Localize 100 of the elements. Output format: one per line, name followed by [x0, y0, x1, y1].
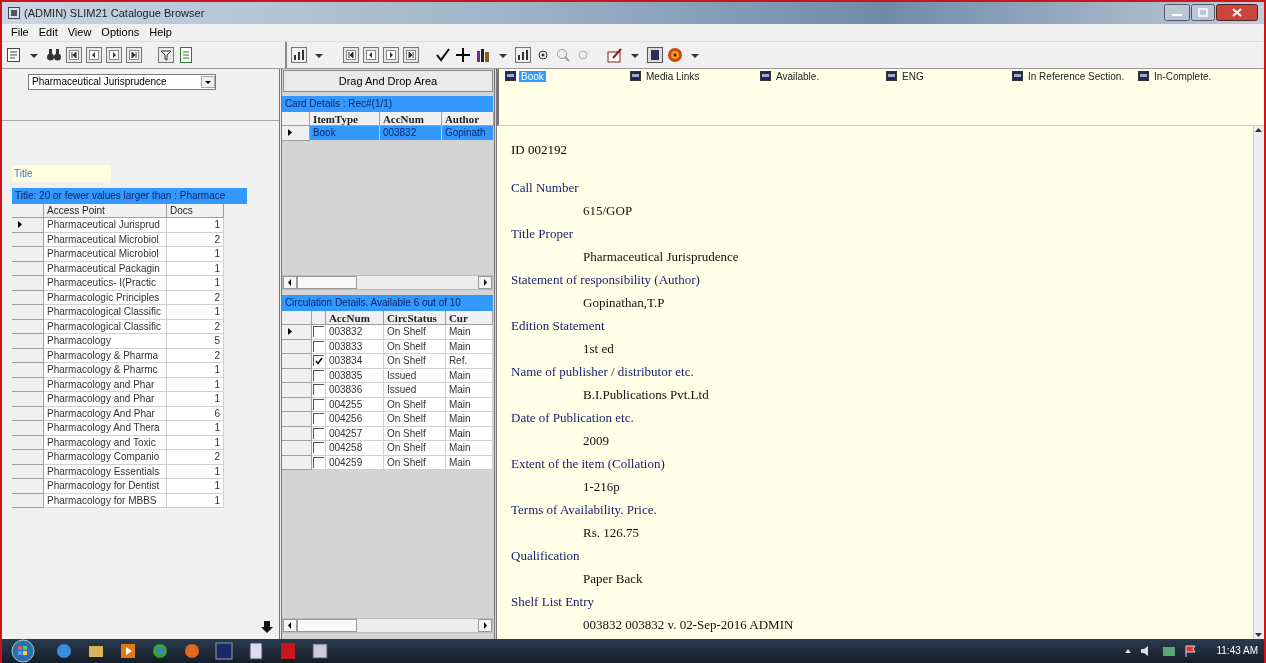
row-header-cell[interactable] [12, 305, 44, 320]
scroll-left-icon[interactable] [282, 275, 297, 289]
network-icon[interactable] [1162, 644, 1177, 657]
checkbox[interactable] [312, 384, 324, 396]
checkbox[interactable] [312, 355, 324, 367]
flag-label[interactable]: ENG [900, 70, 926, 82]
field-value: Pharmaceutical Jurisprudence [583, 247, 740, 266]
row-header-cell[interactable] [12, 479, 44, 494]
last-record-icon[interactable] [126, 46, 142, 63]
table-cell: On Shelf [383, 325, 446, 340]
row-header-cell[interactable] [281, 126, 310, 141]
dropdown-caret-icon[interactable] [201, 75, 215, 88]
flag-label[interactable]: Available. [774, 70, 822, 82]
start-button[interactable] [8, 638, 38, 663]
menu-item[interactable]: File [6, 26, 34, 39]
field-label: Statement of responsibility (Author) [511, 270, 701, 289]
first-record-icon[interactable] [66, 46, 82, 63]
field-label: Edition Statement [511, 316, 606, 335]
document-icon[interactable] [246, 640, 266, 661]
bar-chart-icon[interactable] [291, 46, 307, 63]
pdf-icon[interactable] [278, 640, 298, 661]
app-icon[interactable] [214, 640, 234, 661]
row-header-cell[interactable] [281, 354, 312, 369]
table-cell: 1 [167, 392, 224, 407]
next-record-icon[interactable] [106, 46, 122, 63]
row-header-cell[interactable] [12, 276, 44, 291]
flag-icon[interactable] [1184, 644, 1199, 657]
scroll-right-icon[interactable] [477, 618, 492, 632]
scroll-left-icon[interactable] [282, 618, 297, 632]
grid-caption: Title: 20 or fewer values larger than : Pharmace [12, 187, 247, 204]
dropdown-field[interactable]: Pharmaceutical Jurisprudence [28, 73, 216, 90]
checkbox[interactable] [312, 413, 324, 425]
row-header-cell[interactable] [12, 421, 44, 436]
row-header-cell[interactable] [12, 363, 44, 378]
row-header-cell[interactable] [12, 218, 44, 233]
checkmark-icon[interactable] [435, 46, 451, 63]
table-cell: 003836 [325, 383, 384, 398]
form-icon[interactable] [6, 46, 22, 63]
scroll-thumb[interactable] [296, 618, 357, 632]
next-record-icon[interactable] [383, 46, 399, 63]
maximize-button[interactable] [1191, 4, 1215, 22]
row-header-cell[interactable] [12, 392, 44, 407]
record-id: ID 002192 [511, 141, 568, 158]
square-icon[interactable] [647, 46, 663, 63]
window-icon[interactable] [310, 640, 330, 661]
scroll-up-icon[interactable] [1254, 125, 1263, 134]
minimize-button[interactable] [1164, 4, 1190, 22]
grid-caption: Circulation Details. Available 6 out of 10 [281, 294, 493, 311]
table-cell: 004256 [325, 412, 384, 427]
first-record-icon[interactable] [343, 46, 359, 63]
field-label: Date of Publication etc. [511, 408, 635, 427]
flag-label[interactable]: In-Complete. [1152, 70, 1214, 82]
row-header-cell[interactable] [12, 334, 44, 349]
field-label: Extent of the item (Collation) [511, 454, 666, 473]
menu-item[interactable]: Options [96, 26, 145, 39]
checkbox[interactable] [312, 442, 324, 454]
row-header-cell[interactable] [281, 383, 312, 398]
books-icon[interactable] [475, 46, 491, 63]
menu-item[interactable]: Help [144, 26, 177, 39]
close-button[interactable] [1216, 4, 1258, 22]
last-record-icon[interactable] [403, 46, 419, 63]
previous-record-icon[interactable] [86, 46, 102, 63]
row-header-cell[interactable] [281, 325, 312, 340]
row-header-cell[interactable] [281, 441, 312, 456]
filter-icon[interactable] [158, 46, 174, 63]
checkbox[interactable] [312, 427, 324, 439]
plus-icon[interactable] [455, 46, 471, 63]
scroll-right-icon[interactable] [477, 275, 492, 289]
checkbox[interactable] [312, 340, 324, 352]
down-arrow-icon[interactable] [260, 620, 273, 633]
table-cell: Pharmacology [44, 334, 167, 349]
table-cell: 003832 [379, 126, 442, 141]
table-cell: 1 [167, 363, 224, 378]
flag-label[interactable]: Media Links [644, 70, 702, 82]
menu-item[interactable]: Edit [33, 26, 63, 39]
scroll-thumb[interactable] [296, 275, 357, 289]
checkbox[interactable] [312, 369, 324, 381]
clock[interactable]: 11:43 AM [1216, 645, 1258, 657]
table-cell: 2 [167, 450, 224, 465]
document-icon[interactable] [178, 46, 194, 63]
row-header-cell[interactable] [12, 450, 44, 465]
field-label: Name of publisher / distributor etc. [511, 362, 695, 381]
field-label: Call Number [511, 178, 580, 197]
bar-chart-icon[interactable] [515, 46, 531, 63]
row-header-cell[interactable] [281, 412, 312, 427]
drop-area-button[interactable]: Drag And Drop Area [282, 69, 493, 92]
field-value: 1-216p [583, 477, 621, 496]
field-value: Gopinathan,T.P [583, 293, 666, 312]
field-value: Paper Back [583, 569, 644, 588]
disc-icon[interactable] [667, 46, 683, 63]
checkbox[interactable] [312, 326, 324, 338]
row-header-cell[interactable] [12, 247, 44, 262]
pen-icon[interactable] [607, 46, 623, 63]
checkbox[interactable] [312, 456, 324, 468]
vertical-scrollbar[interactable] [1253, 125, 1264, 639]
binoculars-icon[interactable] [46, 46, 62, 63]
menu-item[interactable]: View [62, 26, 97, 39]
previous-record-icon[interactable] [363, 46, 379, 63]
flag-label[interactable]: In Reference Section. [1026, 70, 1127, 82]
checkbox[interactable] [312, 398, 324, 410]
